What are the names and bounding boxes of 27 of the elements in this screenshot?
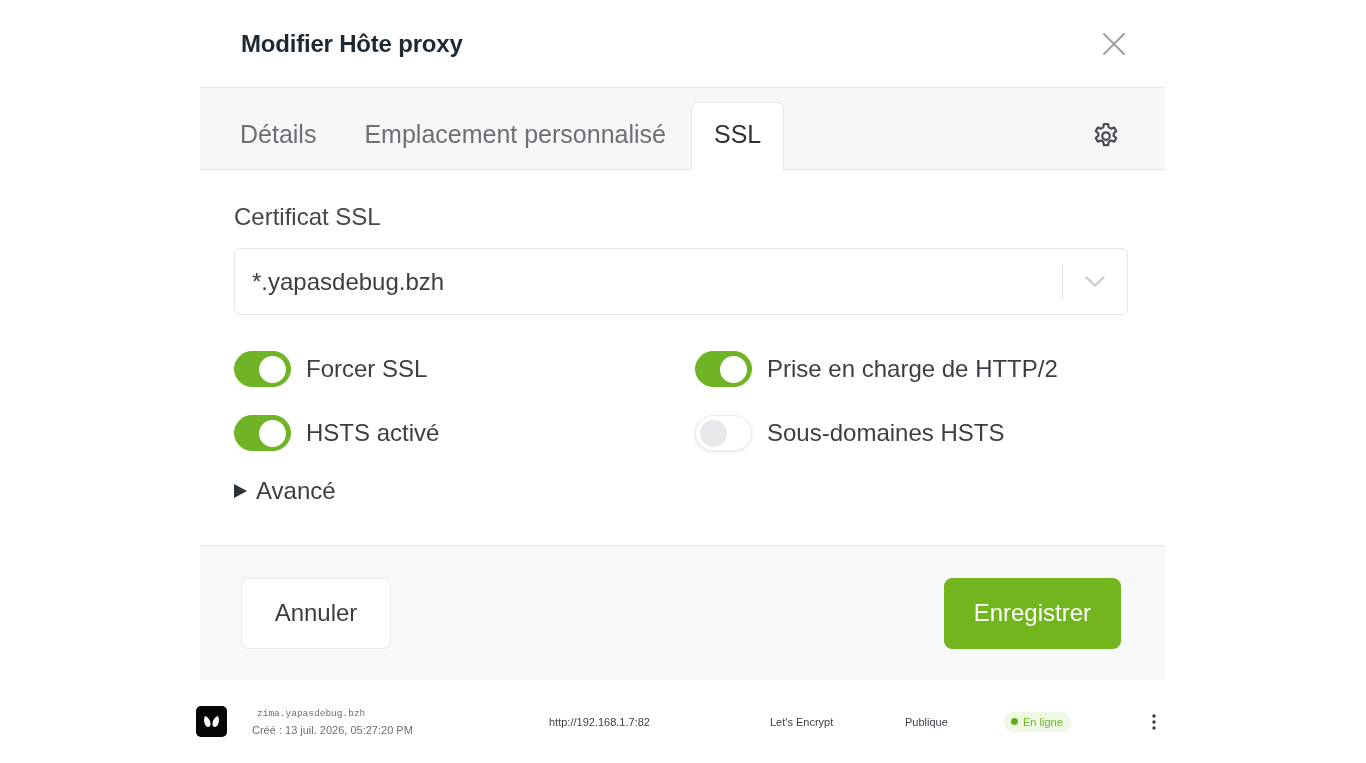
field-label: Certificat SSL (234, 203, 381, 231)
ssl-provider: Let's Encrypt (770, 715, 835, 728)
tab[interactable]: Détails (217, 103, 340, 169)
triangle-icon (234, 484, 247, 498)
toggle-label: HSTS activé (306, 419, 440, 447)
toggle-label: Sous-domaines HSTS (767, 419, 1005, 447)
destination-url: http://192.168.1.7:82 (549, 715, 651, 728)
app-logo-icon (196, 706, 227, 737)
toggle-switch[interactable] (234, 415, 291, 451)
toggle-label: Forcer SSL (306, 355, 428, 383)
toggle-switch[interactable] (234, 351, 291, 387)
status-badge: En ligne (1004, 711, 1071, 732)
created-date: Créé : 13 juil. 2026, 05:27:20 PM (252, 723, 414, 736)
toggle-label: Prise en charge de HTTP/2 (767, 355, 1058, 383)
tab[interactable]: SSL (691, 102, 785, 170)
chevron-down-icon (1085, 276, 1105, 287)
cancel-button[interactable]: Annuler (241, 577, 391, 649)
more-options-icon[interactable] (1152, 713, 1156, 730)
host-domain: zima.yapasdebug.bzh (257, 707, 367, 719)
advanced-toggle[interactable]: Avancé (234, 477, 336, 505)
dialog-title: Modifier Hôte proxy (241, 29, 463, 58)
close-icon[interactable] (1103, 32, 1125, 55)
tab[interactable]: Emplacement personnalisé (341, 103, 689, 169)
access-type: Publique (905, 715, 949, 728)
toggle-switch[interactable] (695, 351, 752, 387)
status-dot-icon (1011, 718, 1018, 725)
certificate-select[interactable]: *.yapasdebug.bzh (234, 248, 1128, 315)
